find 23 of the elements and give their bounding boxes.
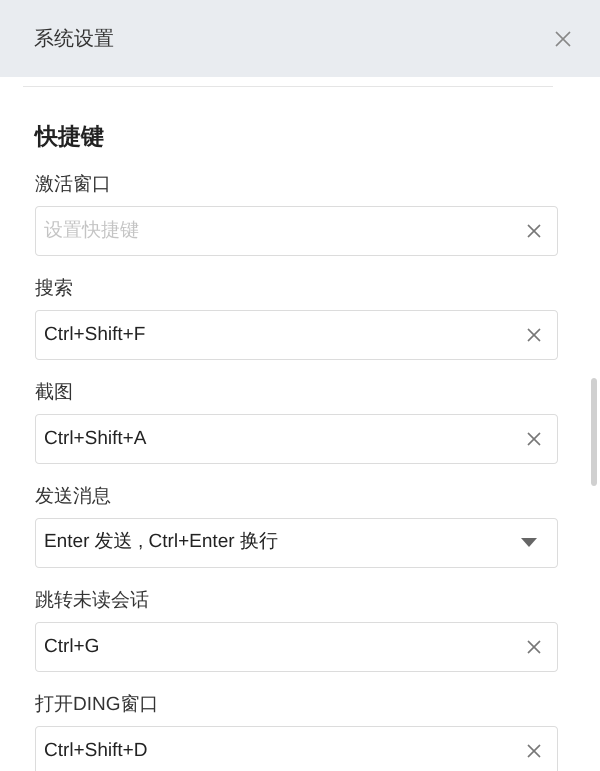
section-heading: 快捷键 (35, 122, 105, 151)
clear-icon[interactable] (526, 742, 542, 758)
clear-icon[interactable] (526, 638, 542, 654)
clear-icon[interactable] (526, 326, 542, 342)
field-label: 搜索 (35, 278, 74, 300)
shortcut-field[interactable]: Ctrl+Shift+D (35, 726, 558, 771)
field-label: 跳转未读会话 (35, 590, 150, 612)
shortcut-field[interactable]: Ctrl+Shift+A (35, 414, 558, 464)
shortcut-field[interactable]: Ctrl+Shift+F (35, 310, 558, 360)
clear-icon[interactable] (526, 430, 542, 446)
shortcut-field[interactable]: 设置快捷键 (35, 206, 558, 256)
field-label: 打开DING窗口 (35, 694, 160, 716)
field-label: 截图 (35, 382, 74, 404)
select-value: Enter 发送 , Ctrl+Enter 换行 (44, 530, 279, 554)
message-select[interactable]: Enter 发送 , Ctrl+Enter 换行 (35, 518, 558, 568)
scrollbar-thumb[interactable] (591, 378, 597, 486)
caret-icon[interactable] (521, 538, 537, 548)
shortcut-field[interactable]: Ctrl+G (35, 622, 558, 672)
field-label: 激活窗口 (35, 174, 112, 196)
field-label: 发送消息 (35, 486, 112, 508)
close-icon[interactable] (554, 30, 572, 48)
window-title: 系统设置 (34, 26, 114, 52)
clear-icon[interactable] (526, 222, 542, 238)
